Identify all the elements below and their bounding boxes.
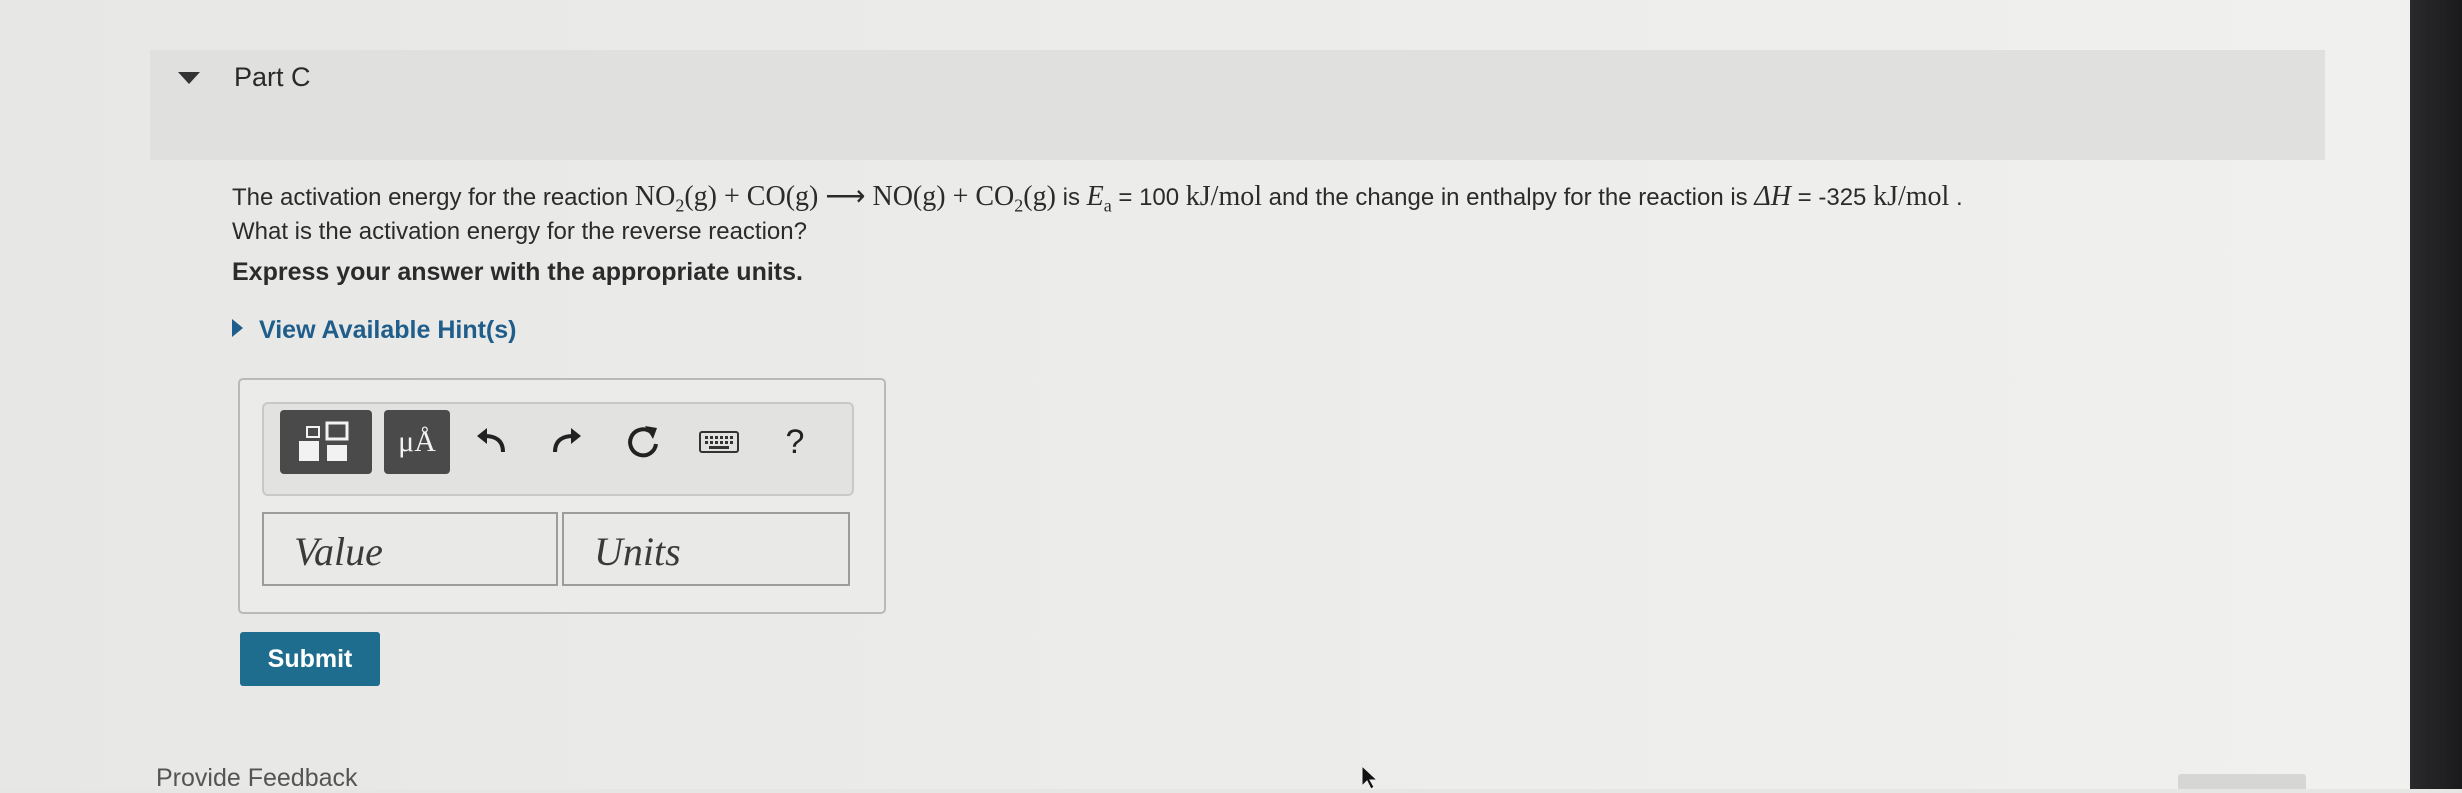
part-title: Part C: [234, 62, 311, 92]
keyboard-button[interactable]: [694, 410, 744, 474]
reaction-equation: NO2(g) + CO(g) ⟶ NO(g) + CO2(g): [634, 181, 1056, 216]
templates-button[interactable]: [280, 410, 372, 474]
templates-icon: [299, 421, 349, 461]
activation-energy-symbol: Ea: [1086, 181, 1112, 216]
undo-icon: [477, 428, 505, 453]
expand-triangle-icon: [232, 319, 243, 337]
redo-icon: [553, 428, 581, 453]
redo-button[interactable]: [540, 410, 590, 474]
instruction-text: Express your answer with the appropriate…: [232, 258, 803, 286]
units-placeholder: Units: [594, 529, 681, 574]
submit-button[interactable]: Submit: [240, 632, 380, 686]
part-header[interactable]: [150, 50, 2325, 160]
question-text: The activation energy for the reaction N…: [232, 178, 1963, 251]
value-input[interactable]: Value: [262, 512, 558, 586]
mouse-cursor-icon: [1361, 764, 1379, 790]
keyboard-icon: [699, 431, 739, 453]
units-input[interactable]: Units: [562, 512, 850, 586]
value-placeholder: Value: [294, 529, 383, 574]
screen-edge: [2410, 0, 2462, 789]
enthalpy-symbol: ΔH: [1754, 181, 1791, 212]
collapse-caret-icon[interactable]: [178, 72, 200, 84]
reset-button[interactable]: [618, 410, 668, 474]
undo-button[interactable]: [468, 410, 518, 474]
view-hints-link[interactable]: View Available Hint(s): [232, 316, 516, 345]
units-button[interactable]: μÅ: [384, 410, 450, 474]
help-button[interactable]: ?: [770, 410, 820, 474]
next-button[interactable]: [2178, 774, 2306, 789]
reset-icon: [628, 426, 658, 458]
